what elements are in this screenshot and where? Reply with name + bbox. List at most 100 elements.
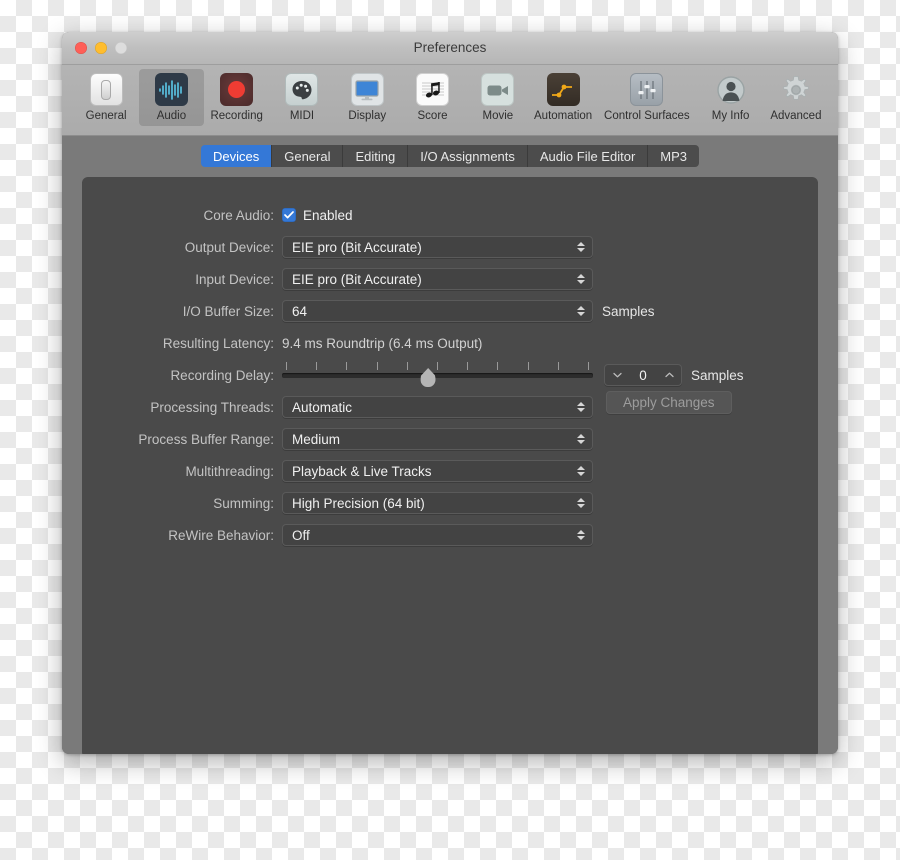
window-titlebar: Preferences bbox=[62, 32, 838, 65]
my-info-person-icon bbox=[714, 73, 747, 106]
toolbar-label-display: Display bbox=[348, 110, 387, 122]
process-buffer-range-select[interactable]: Medium bbox=[282, 428, 593, 450]
toolbar-item-my-info[interactable]: My Info bbox=[698, 69, 762, 126]
toolbar-label-score: Score bbox=[417, 110, 448, 122]
summing-value: High Precision (64 bit) bbox=[292, 495, 425, 511]
preferences-toolbar: General Audio Recording MIDI Display Sco… bbox=[62, 65, 838, 136]
apply-button-area: Apply Changes bbox=[82, 391, 818, 414]
control-surfaces-faders-icon bbox=[630, 73, 664, 106]
chevron-up-icon[interactable] bbox=[661, 372, 677, 378]
preferences-window: Preferences General Audio Recording MIDI… bbox=[62, 32, 838, 754]
toolbar-item-control-surfaces[interactable]: Control Surfaces bbox=[596, 69, 697, 126]
rewire-behavior-select[interactable]: Off bbox=[282, 524, 593, 546]
preferences-content: Devices General Editing I/O Assignments … bbox=[62, 136, 838, 754]
toolbar-label-recording: Recording bbox=[210, 110, 263, 122]
label-resulting-latency: Resulting Latency: bbox=[162, 335, 274, 351]
multithreading-select[interactable]: Playback & Live Tracks bbox=[282, 460, 593, 482]
tab-bar: Devices General Editing I/O Assignments … bbox=[82, 145, 818, 167]
row-multithreading: Multithreading: Playback & Live Tracks bbox=[82, 455, 818, 487]
toolbar-label-my-info: My Info bbox=[711, 110, 750, 122]
row-output-device: Output Device: EIE pro (Bit Accurate) bbox=[82, 231, 818, 263]
tab-general[interactable]: General bbox=[272, 145, 344, 167]
label-multithreading: Multithreading: bbox=[185, 463, 274, 479]
tab-mp3[interactable]: MP3 bbox=[648, 145, 700, 167]
chevron-updown-icon bbox=[577, 434, 585, 444]
process-buffer-range-value: Medium bbox=[292, 431, 341, 447]
input-device-select[interactable]: EIE pro (Bit Accurate) bbox=[282, 268, 593, 290]
label-process-buffer-range: Process Buffer Range: bbox=[138, 431, 274, 447]
row-summing: Summing: High Precision (64 bit) bbox=[82, 487, 818, 519]
toolbar-label-advanced: Advanced bbox=[770, 110, 822, 122]
row-io-buffer-size: I/O Buffer Size: 64 Samples bbox=[82, 295, 818, 327]
core-audio-checkbox-label: Enabled bbox=[303, 207, 353, 223]
tab-editing[interactable]: Editing bbox=[343, 145, 409, 167]
io-buffer-size-select[interactable]: 64 bbox=[282, 300, 593, 322]
chevron-down-icon[interactable] bbox=[609, 372, 625, 378]
slider-thumb[interactable] bbox=[420, 368, 436, 387]
chevron-updown-icon bbox=[577, 242, 585, 252]
chevron-updown-icon bbox=[577, 466, 585, 476]
label-core-audio: Core Audio: bbox=[203, 207, 274, 223]
label-recording-delay: Recording Delay: bbox=[170, 367, 274, 383]
row-recording-delay: Recording Delay: 0 Samples bbox=[82, 359, 818, 391]
toolbar-item-display[interactable]: Display bbox=[335, 69, 399, 126]
label-output-device: Output Device: bbox=[184, 239, 274, 255]
toolbar-item-audio[interactable]: Audio bbox=[139, 69, 204, 126]
rewire-behavior-value: Off bbox=[292, 527, 310, 543]
row-core-audio: Core Audio: Enabled bbox=[82, 199, 818, 231]
resulting-latency-value: 9.4 ms Roundtrip (6.4 ms Output) bbox=[282, 335, 483, 351]
core-audio-checkbox[interactable]: Enabled bbox=[282, 208, 353, 223]
tab-audio-file-editor[interactable]: Audio File Editor bbox=[527, 145, 649, 167]
slider-track bbox=[282, 373, 593, 378]
recording-delay-value[interactable]: 0 bbox=[631, 368, 655, 383]
score-note-icon bbox=[416, 73, 450, 106]
toolbar-item-movie[interactable]: Movie bbox=[466, 69, 530, 126]
devices-settings-panel: Core Audio: Enabled Output Device: EIE p… bbox=[82, 177, 818, 754]
summing-select[interactable]: High Precision (64 bit) bbox=[282, 492, 593, 514]
display-monitor-icon bbox=[350, 73, 384, 106]
recording-delay-unit: Samples bbox=[691, 367, 744, 383]
chevron-updown-icon bbox=[577, 530, 585, 540]
toolbar-item-score[interactable]: Score bbox=[400, 69, 464, 126]
tab-devices[interactable]: Devices bbox=[200, 145, 273, 167]
io-buffer-size-value: 64 bbox=[292, 303, 308, 319]
midi-palette-icon bbox=[285, 73, 319, 106]
output-device-value: EIE pro (Bit Accurate) bbox=[292, 239, 422, 255]
chevron-updown-icon bbox=[577, 274, 585, 284]
record-dot-icon bbox=[220, 73, 254, 106]
recording-delay-stepper[interactable]: 0 bbox=[604, 364, 682, 386]
toolbar-label-midi: MIDI bbox=[289, 110, 315, 122]
io-buffer-size-unit: Samples bbox=[602, 303, 655, 319]
row-input-device: Input Device: EIE pro (Bit Accurate) bbox=[82, 263, 818, 295]
toolbar-label-automation: Automation bbox=[534, 110, 593, 122]
general-slider-icon bbox=[89, 73, 123, 106]
toolbar-label-general: General bbox=[85, 110, 127, 122]
recording-delay-slider[interactable] bbox=[282, 362, 593, 388]
checkmark-icon bbox=[282, 208, 296, 222]
advanced-gear-icon bbox=[779, 73, 812, 106]
toolbar-item-midi[interactable]: MIDI bbox=[270, 69, 334, 126]
toolbar-item-recording[interactable]: Recording bbox=[205, 69, 269, 126]
output-device-select[interactable]: EIE pro (Bit Accurate) bbox=[282, 236, 593, 258]
row-resulting-latency: Resulting Latency: 9.4 ms Roundtrip (6.4… bbox=[82, 327, 818, 359]
apply-changes-button[interactable]: Apply Changes bbox=[606, 391, 732, 414]
toolbar-item-general[interactable]: General bbox=[74, 69, 138, 126]
slider-tick-marks bbox=[286, 362, 589, 370]
chevron-updown-icon bbox=[577, 306, 585, 316]
automation-curve-icon bbox=[546, 73, 580, 106]
row-rewire-behavior: ReWire Behavior: Off bbox=[82, 519, 818, 551]
toolbar-item-advanced[interactable]: Advanced bbox=[764, 69, 828, 126]
movie-camera-icon bbox=[481, 73, 515, 106]
tab-io-assignments[interactable]: I/O Assignments bbox=[408, 145, 528, 167]
toolbar-label-movie: Movie bbox=[482, 110, 514, 122]
multithreading-value: Playback & Live Tracks bbox=[292, 463, 432, 479]
audio-waveform-icon bbox=[154, 73, 188, 106]
window-title: Preferences bbox=[413, 40, 487, 55]
label-summing: Summing: bbox=[213, 495, 274, 511]
label-rewire-behavior: ReWire Behavior: bbox=[168, 527, 274, 543]
toolbar-label-audio: Audio bbox=[156, 110, 187, 122]
input-device-value: EIE pro (Bit Accurate) bbox=[292, 271, 422, 287]
toolbar-item-automation[interactable]: Automation bbox=[531, 69, 595, 126]
label-io-buffer-size: I/O Buffer Size: bbox=[182, 303, 274, 319]
label-input-device: Input Device: bbox=[195, 271, 274, 287]
